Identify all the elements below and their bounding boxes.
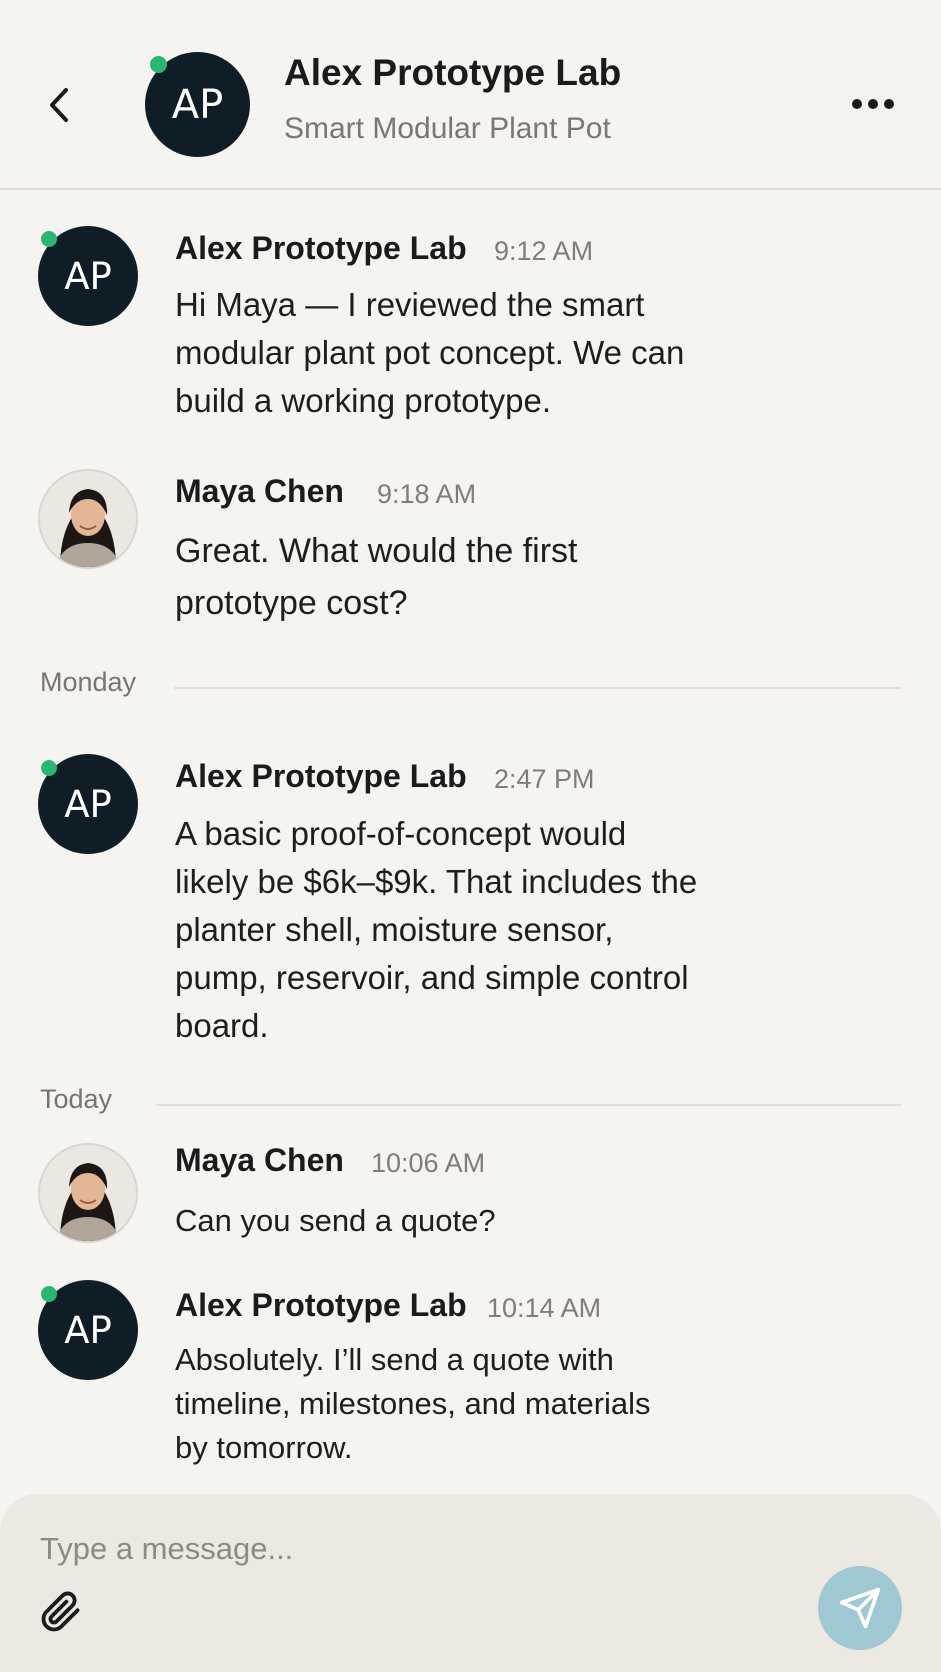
divider-line [156, 1104, 901, 1106]
message-text: A basic proof-of-concept would likely be… [175, 815, 698, 1044]
date-divider-label: Today [40, 1084, 113, 1114]
online-status-dot [41, 231, 57, 247]
message-input[interactable] [40, 1524, 740, 1574]
message-time: 10:14 AM [487, 1293, 602, 1323]
maya-chen-photo [38, 469, 138, 569]
message-time: 2:47 PM [494, 764, 595, 794]
sender-avatar[interactable]: AP [38, 754, 138, 854]
chat-subtitle: Smart Modular Plant Pot [284, 112, 611, 145]
chat-title[interactable]: Alex Prototype Lab [284, 52, 621, 94]
send-icon [839, 1587, 881, 1629]
message-text: Great. What would the first prototype co… [175, 532, 578, 622]
more-horizontal-icon [852, 99, 894, 109]
message-text: Can you send a quote? [175, 1203, 496, 1238]
message-time: 10:06 AM [371, 1148, 486, 1178]
attach-button[interactable] [40, 1589, 82, 1635]
divider-line [174, 687, 901, 689]
message-item: Maya Chen 10:06 AM Can you send a quote? [0, 1142, 941, 1253]
back-button[interactable] [40, 80, 84, 130]
message-composer [0, 1494, 941, 1672]
message-item: AP Alex Prototype Lab 9:12 AM Hi Maya — … [0, 226, 941, 426]
online-status-dot [41, 760, 57, 776]
message-text: Hi Maya — I reviewed the smart modular p… [175, 286, 685, 419]
message-item: AP Alex Prototype Lab 10:14 AM Absolutel… [0, 1280, 941, 1480]
online-status-dot [150, 56, 167, 73]
paperclip-icon [41, 1591, 80, 1632]
sender-avatar[interactable]: AP [38, 1280, 138, 1380]
message-item: AP Alex Prototype Lab 2:47 PM A basic pr… [0, 754, 941, 1054]
date-divider-label: Monday [40, 667, 137, 697]
sender-avatar[interactable] [38, 1143, 138, 1243]
sender-name[interactable]: Maya Chen [175, 473, 344, 510]
message-text: Absolutely. I’ll send a quote with timel… [175, 1342, 651, 1465]
sender-avatar[interactable]: AP [38, 226, 138, 326]
more-options-button[interactable] [850, 96, 896, 112]
sender-name[interactable]: Alex Prototype Lab [175, 758, 467, 795]
contact-avatar[interactable]: AP [145, 52, 250, 157]
maya-chen-photo [38, 1143, 138, 1243]
date-divider: Today [0, 1084, 941, 1124]
message-time: 9:12 AM [494, 236, 594, 266]
message-item: Maya Chen 9:18 AM Great. What would the … [0, 469, 941, 629]
message-time: 9:18 AM [377, 479, 477, 509]
date-divider: Monday [0, 667, 941, 707]
chevron-left-icon [50, 88, 68, 122]
sender-avatar[interactable] [38, 469, 138, 569]
sender-name[interactable]: Alex Prototype Lab [175, 1287, 467, 1324]
sender-name[interactable]: Alex Prototype Lab [175, 230, 467, 267]
online-status-dot [41, 1286, 57, 1302]
chat-header: AP Alex Prototype Lab Smart Modular Plan… [0, 0, 941, 190]
sender-name[interactable]: Maya Chen [175, 1142, 344, 1179]
send-button[interactable] [818, 1566, 902, 1650]
